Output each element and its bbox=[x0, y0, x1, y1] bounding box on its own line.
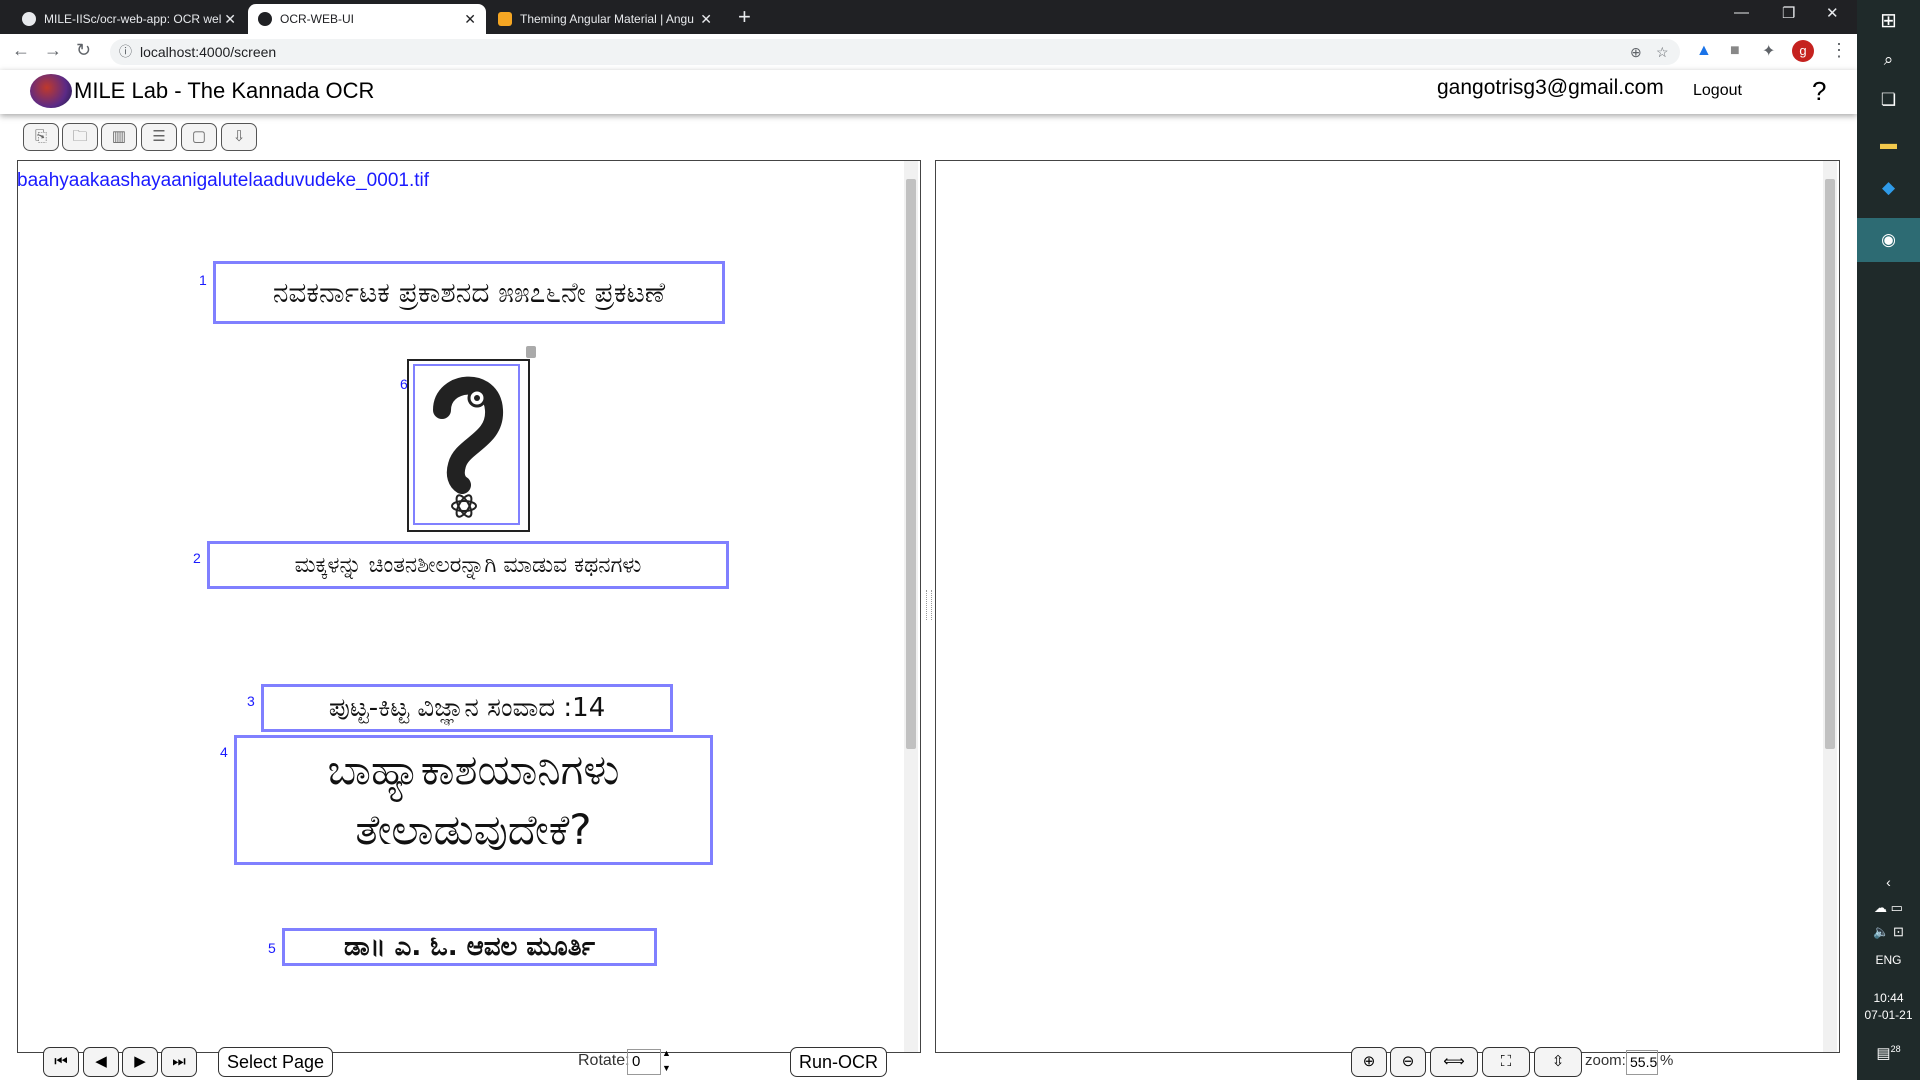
text-region[interactable]: ಮಕ್ಕಳನ್ನು ಚಿಂತನಶೀಲರನ್ನಾಗಿ ಮಾಡುವ ಕಥನಗಳು bbox=[207, 541, 729, 589]
first-page-button[interactable]: ⏮ bbox=[43, 1047, 79, 1077]
user-email: gangotrisg3@gmail.com bbox=[1437, 76, 1664, 99]
github-icon bbox=[22, 12, 36, 26]
new-tab-button[interactable]: + bbox=[738, 4, 751, 30]
panel-resize-handle[interactable] bbox=[926, 590, 932, 620]
close-tab-icon[interactable]: ✕ bbox=[700, 11, 712, 28]
info-icon: ⓘ bbox=[119, 44, 133, 59]
select-page-button[interactable]: Select Page bbox=[218, 1047, 334, 1077]
image-scrollbar[interactable] bbox=[904, 161, 918, 1052]
input-language[interactable]: ENG bbox=[1857, 953, 1920, 967]
profile-avatar[interactable]: g bbox=[1792, 40, 1814, 62]
clock-time[interactable]: 10:44 bbox=[1857, 991, 1920, 1005]
windows-taskbar: ⊞ ⌕ ❏ ▬ ◆ ◉ ‹ ☁ ▭ 🔈 ⊡ ENG 10:44 07-01-21… bbox=[1857, 0, 1920, 1080]
fit-width-icon[interactable]: ⟺ bbox=[1430, 1047, 1478, 1077]
puzzle-icon[interactable]: ✦ bbox=[1762, 41, 1775, 61]
app-title: MILE Lab - The Kannada OCR bbox=[74, 78, 375, 103]
restore-icon[interactable]: ❐ bbox=[1782, 4, 1795, 22]
file-name: baahyaakaashayaanigalutelaaduvudeke_0001… bbox=[17, 170, 430, 191]
vscode-icon[interactable]: ◆ bbox=[1857, 178, 1920, 198]
question-mark-figure bbox=[432, 376, 503, 518]
fit-height-icon[interactable]: ⇳ bbox=[1534, 1047, 1582, 1077]
url-input[interactable]: ⓘ localhost:4000/screen ⊕ ☆ bbox=[110, 39, 1680, 65]
task-view-icon[interactable]: ❏ bbox=[1857, 90, 1920, 110]
open-folder-icon[interactable]: 🗀 bbox=[62, 123, 98, 151]
close-tab-icon[interactable]: ✕ bbox=[224, 11, 236, 28]
previous-page-button[interactable]: ◀ bbox=[83, 1047, 119, 1077]
browser-tab-bar: MILE-IISc/ocr-web-app: OCR wel ✕ OCR-WEB… bbox=[0, 0, 1857, 34]
zoom-page-icon[interactable]: ⊕ bbox=[1630, 39, 1642, 65]
chrome-taskbar-icon[interactable]: ◉ bbox=[1857, 218, 1920, 262]
region-line: ತೇಲಾಡುವುದೇಕೆ? bbox=[355, 805, 592, 854]
tab-title: Theming Angular Material | Angu bbox=[520, 12, 694, 26]
scrollbar-thumb[interactable] bbox=[906, 179, 916, 749]
rows-icon[interactable]: ☰ bbox=[141, 123, 177, 151]
tab-title: MILE-IISc/ocr-web-app: OCR wel bbox=[44, 12, 222, 26]
search-icon[interactable]: ⌕ bbox=[1857, 50, 1920, 70]
rotate-label: Rotate: bbox=[578, 1052, 630, 1069]
file-explorer-icon[interactable]: ▬ bbox=[1857, 134, 1920, 154]
zoom-out-icon[interactable]: ⊖ bbox=[1390, 1047, 1426, 1077]
next-page-button[interactable]: ▶ bbox=[122, 1047, 158, 1077]
download-icon[interactable]: ⇩ bbox=[221, 123, 257, 151]
tab-github[interactable]: MILE-IISc/ocr-web-app: OCR wel ✕ bbox=[12, 4, 246, 34]
text-region[interactable]: ಬಾಹ್ಯಾಕಾಶಯಾನಿಗಳು ತೇಲಾಡುವುದೇಕೆ? bbox=[234, 735, 713, 865]
forward-icon[interactable]: → bbox=[44, 40, 62, 61]
region-line: ಬಾಹ್ಯಾಕಾಶಯಾನಿಗಳು bbox=[327, 745, 620, 794]
region-number: 1 bbox=[199, 272, 207, 288]
output-scrollbar[interactable] bbox=[1823, 161, 1837, 1052]
close-window-icon[interactable]: ✕ bbox=[1826, 4, 1839, 22]
minimize-icon[interactable]: — bbox=[1734, 4, 1749, 21]
menu-icon[interactable]: ⋮ bbox=[1830, 40, 1848, 61]
address-bar: ← → ↻ ⓘ localhost:4000/screen ⊕ ☆ ▲ ■ ✦ … bbox=[0, 34, 1857, 71]
tab-ocr-web-ui[interactable]: OCR-WEB-UI ✕ bbox=[248, 4, 486, 34]
tab-angular-material[interactable]: Theming Angular Material | Angu ✕ bbox=[488, 4, 722, 34]
ocr-output-panel[interactable] bbox=[935, 160, 1840, 1053]
image-region[interactable] bbox=[413, 364, 520, 525]
select-box-icon[interactable]: ▢ bbox=[181, 123, 217, 151]
text-region[interactable]: ಪುಟ್ಟ-ಕಿಟ್ಟ ವಿಜ್ಞಾನ ಸಂವಾದ :14 bbox=[261, 684, 673, 732]
mile-lab-logo bbox=[30, 74, 72, 108]
region-number: 3 bbox=[247, 693, 255, 709]
zoom-label: zoom: bbox=[1585, 1052, 1626, 1069]
onedrive-battery-icons[interactable]: ☁ ▭ bbox=[1857, 900, 1920, 916]
columns-icon[interactable]: ▥ bbox=[101, 123, 137, 151]
app-header: MILE Lab - The Kannada OCR gangotrisg3@g… bbox=[0, 70, 1857, 114]
close-tab-icon[interactable]: ✕ bbox=[464, 11, 476, 28]
tab-title: OCR-WEB-UI bbox=[280, 12, 354, 26]
zoom-input[interactable]: 55.5 bbox=[1626, 1050, 1658, 1075]
clock-date[interactable]: 07-01-21 bbox=[1857, 1008, 1920, 1022]
zoom-in-icon[interactable]: ⊕ bbox=[1351, 1047, 1387, 1077]
last-page-button[interactable]: ⏭ bbox=[161, 1047, 197, 1077]
region-number: 6 bbox=[400, 376, 408, 392]
notification-icon[interactable]: ▤28 bbox=[1857, 1044, 1920, 1062]
text-region[interactable]: ನವಕರ್ನಾಟಕ ಪ್ರಕಾಶನದ ೫೫೭೬ನೇ ಪ್ರಕಟಣೆ bbox=[213, 261, 725, 324]
text-region[interactable]: ಡಾ॥ ಎ. ಓ. ಆವಲ ಮೂರ್ತಿ bbox=[282, 928, 657, 966]
bookmark-star-icon[interactable]: ☆ bbox=[1656, 39, 1669, 65]
windows-start-icon[interactable]: ⊞ bbox=[1857, 8, 1920, 33]
volume-network-icons[interactable]: 🔈 ⊡ bbox=[1857, 924, 1920, 940]
region-number: 2 bbox=[193, 550, 201, 566]
angular-icon bbox=[258, 12, 272, 26]
back-icon[interactable]: ← bbox=[12, 40, 30, 61]
url-text: localhost:4000/screen bbox=[140, 44, 277, 60]
fit-page-icon[interactable]: ⛶ bbox=[1482, 1047, 1530, 1077]
rotate-stepper[interactable]: ▲ ▼ bbox=[662, 1046, 671, 1076]
scrollbar-thumb[interactable] bbox=[1825, 179, 1835, 749]
angular-material-icon bbox=[498, 12, 512, 26]
rotate-input[interactable]: 0 bbox=[627, 1049, 661, 1075]
delete-region-icon[interactable] bbox=[526, 346, 536, 358]
run-ocr-button[interactable]: Run-OCR bbox=[790, 1047, 888, 1077]
help-button[interactable]: ? bbox=[1812, 76, 1826, 107]
notification-count: 28 bbox=[1890, 1044, 1901, 1054]
show-hidden-icons[interactable]: ‹ bbox=[1857, 874, 1920, 890]
region-number: 4 bbox=[220, 744, 228, 760]
logout-button[interactable]: Logout bbox=[1693, 82, 1742, 100]
reload-icon[interactable]: ↻ bbox=[76, 40, 91, 61]
region-number: 5 bbox=[268, 940, 276, 956]
extension-icon[interactable]: ■ bbox=[1730, 42, 1740, 60]
upload-icon[interactable]: ⎘ bbox=[23, 123, 59, 151]
extension-icon[interactable]: ▲ bbox=[1696, 42, 1712, 60]
zoom-unit: % bbox=[1660, 1052, 1674, 1069]
